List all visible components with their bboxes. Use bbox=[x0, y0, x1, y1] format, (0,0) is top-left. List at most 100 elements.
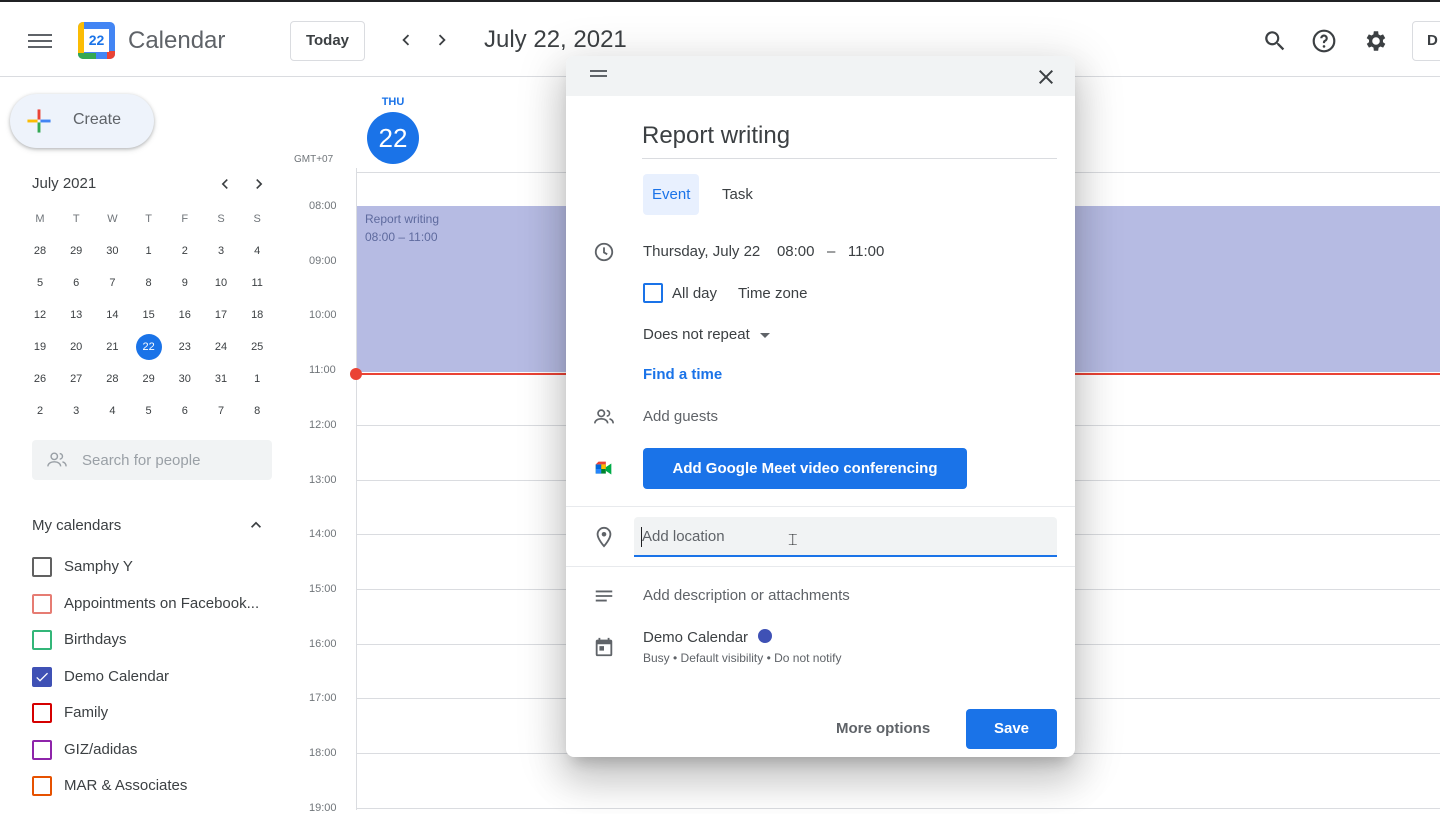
mini-day-cell[interactable]: 20 bbox=[58, 336, 94, 368]
calendar-selector[interactable]: Demo Calendar bbox=[643, 629, 773, 646]
mini-day-cell[interactable]: 5 bbox=[131, 400, 167, 432]
event-date[interactable]: Thursday, July 22 bbox=[643, 243, 760, 260]
more-options-button[interactable]: More options bbox=[836, 720, 930, 737]
mini-day-cell[interactable]: 4 bbox=[239, 240, 275, 272]
mini-day-cell[interactable]: 25 bbox=[239, 336, 275, 368]
event-start-time[interactable]: 08:00 bbox=[777, 243, 815, 260]
mini-day-cell[interactable]: 10 bbox=[203, 272, 239, 304]
mini-day-cell[interactable]: 14 bbox=[94, 304, 130, 336]
create-button[interactable]: Create bbox=[10, 94, 154, 148]
mini-day-cell[interactable]: 29 bbox=[58, 240, 94, 272]
mini-next-month-icon[interactable] bbox=[249, 174, 269, 199]
mini-day-cell[interactable]: 21 bbox=[94, 336, 130, 368]
time-zone-link[interactable]: Time zone bbox=[738, 285, 807, 302]
mini-prev-month-icon[interactable] bbox=[215, 174, 235, 199]
app-name[interactable]: Calendar bbox=[128, 27, 225, 55]
mini-day-cell[interactable]: 30 bbox=[167, 368, 203, 400]
mini-day-cell[interactable]: 27 bbox=[58, 368, 94, 400]
mini-day-cell[interactable]: 22 bbox=[131, 334, 167, 368]
calendar-checkbox[interactable] bbox=[32, 557, 52, 577]
calendar-list-item[interactable]: Samphy Y bbox=[32, 555, 272, 579]
calendar-checkbox[interactable] bbox=[32, 630, 52, 650]
main-menu-icon[interactable] bbox=[28, 30, 52, 50]
today-button[interactable]: Today bbox=[290, 21, 365, 61]
mini-day-number: 19 bbox=[33, 341, 47, 353]
drag-handle-icon[interactable] bbox=[590, 70, 607, 80]
mini-day-cell[interactable]: 1 bbox=[239, 368, 275, 400]
mini-day-cell[interactable]: 3 bbox=[58, 400, 94, 432]
add-description-input[interactable]: Add description or attachments bbox=[643, 587, 850, 604]
mini-day-cell[interactable]: 8 bbox=[239, 400, 275, 432]
calendar-checkbox[interactable] bbox=[32, 739, 52, 760]
calendar-list-item[interactable]: MAR & Associates bbox=[32, 774, 272, 798]
mini-day-cell[interactable]: 29 bbox=[131, 368, 167, 400]
settings-gear-icon[interactable] bbox=[1363, 28, 1389, 54]
mini-day-cell[interactable]: 31 bbox=[203, 368, 239, 400]
mini-day-cell[interactable]: 17 bbox=[203, 304, 239, 336]
mini-day-cell[interactable]: 24 bbox=[203, 336, 239, 368]
view-switcher-button[interactable]: D bbox=[1412, 21, 1440, 61]
mini-day-cell[interactable]: 13 bbox=[58, 304, 94, 336]
my-calendars-title[interactable]: My calendars bbox=[32, 517, 121, 534]
calendar-list-item[interactable]: Demo Calendar bbox=[32, 665, 272, 689]
mini-day-cell[interactable]: 6 bbox=[58, 272, 94, 304]
calendar-checkbox[interactable] bbox=[32, 593, 52, 614]
event-date-time[interactable]: Thursday, July 22 08:00 – 11:00 bbox=[643, 243, 884, 260]
mini-day-number: 4 bbox=[109, 405, 116, 417]
event-end-time[interactable]: 11:00 bbox=[848, 243, 884, 260]
mini-day-cell[interactable]: 26 bbox=[22, 368, 58, 400]
find-a-time-link[interactable]: Find a time bbox=[643, 366, 722, 383]
tab-event[interactable]: Event bbox=[643, 174, 700, 215]
mini-day-cell[interactable]: 15 bbox=[131, 304, 167, 336]
mini-day-cell[interactable]: 11 bbox=[239, 272, 275, 304]
calendar-name: Samphy Y bbox=[64, 558, 133, 575]
tab-task[interactable]: Task bbox=[713, 174, 762, 215]
mini-day-cell[interactable]: 28 bbox=[22, 240, 58, 272]
calendar-details[interactable]: Busy • Default visibility • Do not notif… bbox=[643, 651, 841, 665]
calendar-list-item[interactable]: Birthdays bbox=[32, 628, 272, 652]
calendar-logo-icon[interactable]: 22 bbox=[78, 22, 115, 59]
mini-weekday-label: T bbox=[72, 213, 80, 225]
mini-day-cell[interactable]: 30 bbox=[94, 240, 130, 272]
calendar-list-item[interactable]: Appointments on Facebook... bbox=[32, 592, 272, 616]
mini-day-cell[interactable]: 5 bbox=[22, 272, 58, 304]
day-number[interactable]: 22 bbox=[367, 112, 419, 164]
mini-day-cell[interactable]: 19 bbox=[22, 336, 58, 368]
chevron-up-icon[interactable] bbox=[246, 515, 266, 535]
previous-period-icon[interactable] bbox=[395, 29, 417, 51]
save-button[interactable]: Save bbox=[966, 709, 1057, 749]
mini-day-cell[interactable]: 8 bbox=[131, 272, 167, 304]
mini-day-cell[interactable]: 23 bbox=[167, 336, 203, 368]
mini-day-number: 18 bbox=[251, 309, 264, 321]
add-guests-input[interactable]: Add guests bbox=[643, 408, 718, 425]
mini-day-cell[interactable]: 7 bbox=[203, 400, 239, 432]
mini-day-number: 12 bbox=[33, 309, 47, 321]
mini-day-cell[interactable]: 4 bbox=[94, 400, 130, 432]
calendar-checkbox[interactable] bbox=[32, 776, 52, 796]
calendar-checkbox[interactable] bbox=[32, 666, 52, 687]
mini-day-cell[interactable]: 6 bbox=[167, 400, 203, 432]
next-period-icon[interactable] bbox=[431, 29, 453, 51]
calendar-list-item[interactable]: GIZ/adidas bbox=[32, 738, 272, 762]
mini-day-cell[interactable]: 2 bbox=[167, 240, 203, 272]
mini-day-cell[interactable]: 1 bbox=[131, 240, 167, 272]
mini-day-cell[interactable]: 2 bbox=[22, 400, 58, 432]
mini-day-cell[interactable]: 3 bbox=[203, 240, 239, 272]
mini-day-cell[interactable]: 9 bbox=[167, 272, 203, 304]
repeat-dropdown[interactable]: Does not repeat bbox=[643, 326, 770, 343]
calendar-list-item[interactable]: Family bbox=[32, 701, 272, 725]
mini-day-cell[interactable]: 28 bbox=[94, 368, 130, 400]
mini-day-cell[interactable]: 18 bbox=[239, 304, 275, 336]
search-icon[interactable] bbox=[1262, 28, 1288, 54]
help-icon[interactable] bbox=[1311, 28, 1337, 54]
add-google-meet-button[interactable]: Add Google Meet video conferencing bbox=[643, 448, 967, 489]
mini-day-cell[interactable]: 7 bbox=[94, 272, 130, 304]
mini-day-cell[interactable]: 16 bbox=[167, 304, 203, 336]
event-title-input[interactable]: Report writing bbox=[642, 122, 1057, 159]
search-people-input[interactable]: Search for people bbox=[32, 440, 272, 480]
mini-day-cell[interactable]: 12 bbox=[22, 304, 58, 336]
calendar-checkbox[interactable] bbox=[32, 703, 52, 723]
mini-day-number: 5 bbox=[36, 277, 44, 289]
add-location-input[interactable]: Add location ⌶ bbox=[634, 517, 1057, 557]
close-icon[interactable] bbox=[1034, 65, 1058, 89]
